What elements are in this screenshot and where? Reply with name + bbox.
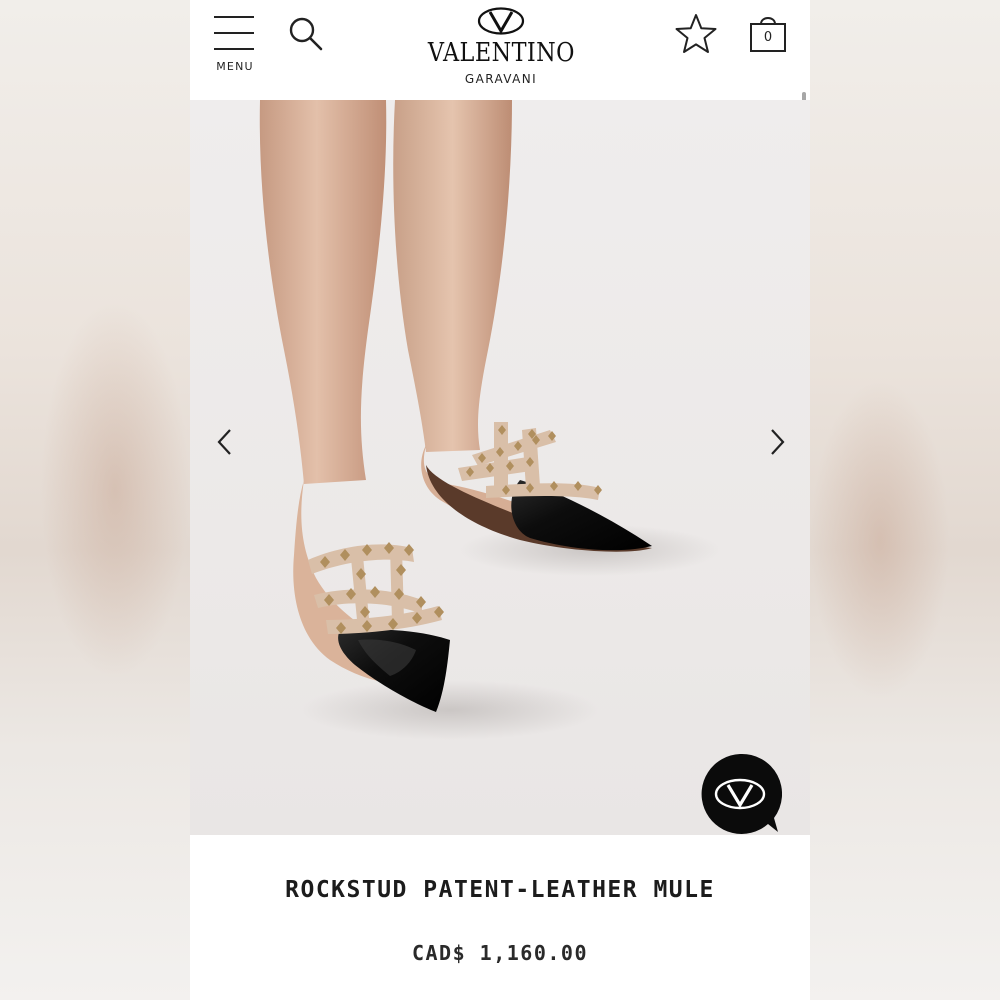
menu-label: MENU bbox=[216, 60, 254, 73]
product-photo bbox=[259, 100, 720, 740]
next-image-button[interactable] bbox=[762, 422, 792, 462]
product-image-gallery[interactable] bbox=[190, 100, 810, 835]
product-price: CAD$ 1,160.00 bbox=[411, 941, 589, 965]
wishlist-button[interactable] bbox=[674, 12, 718, 56]
brand-name: VALENTINO bbox=[427, 38, 575, 68]
product-title: ROCKSTUD PATENT-LEATHER MULE bbox=[285, 877, 715, 903]
shopping-bag-button[interactable]: 0 bbox=[746, 12, 790, 56]
valentino-logo bbox=[477, 7, 525, 35]
star-icon bbox=[675, 14, 717, 53]
site-header: MENU VALENTINO GARAVANI 0 bbox=[190, 0, 810, 100]
right-blur-background bbox=[810, 0, 1000, 1000]
search-icon bbox=[289, 17, 323, 51]
bag-count: 0 bbox=[763, 30, 773, 45]
left-blur-background bbox=[0, 0, 190, 1000]
menu-button[interactable]: MENU bbox=[212, 14, 256, 78]
chevron-left-icon bbox=[217, 429, 231, 455]
brand-logo[interactable]: VALENTINO GARAVANI bbox=[416, 4, 586, 90]
chat-button[interactable] bbox=[698, 752, 783, 835]
brand-subname: GARAVANI bbox=[464, 72, 538, 86]
valentino-chat-icon bbox=[701, 753, 783, 834]
product-info: ROCKSTUD PATENT-LEATHER MULE CAD$ 1,160.… bbox=[190, 835, 810, 1000]
chevron-right-icon bbox=[771, 429, 785, 455]
mobile-page: MENU VALENTINO GARAVANI 0 ROCKSTUD PATEN… bbox=[190, 0, 810, 1000]
search-button[interactable] bbox=[286, 14, 326, 54]
previous-image-button[interactable] bbox=[210, 422, 240, 462]
